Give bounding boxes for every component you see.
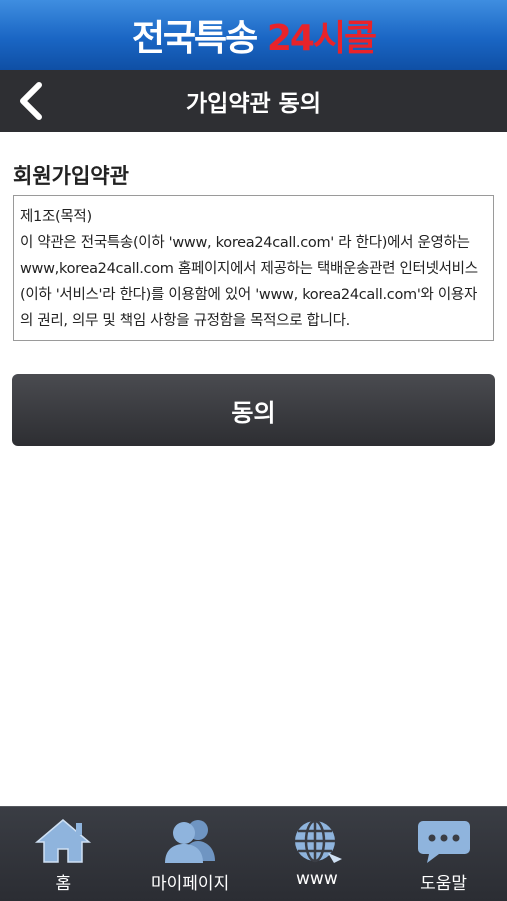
brand-logo: 전국특송 24시콜 xyxy=(131,9,377,61)
page-title: 가입약관 동의 xyxy=(186,91,321,117)
title-bar: 가입약관 동의 xyxy=(0,70,507,132)
tab-www-label: www xyxy=(296,869,338,889)
back-button[interactable] xyxy=(8,79,52,123)
brand-header: 전국특송 24시콜 xyxy=(0,0,507,70)
brand-name-part2: 24시콜 xyxy=(266,18,377,59)
tab-www[interactable]: www xyxy=(254,807,381,901)
tab-mypage-label: 마이페이지 xyxy=(151,874,230,894)
chevron-left-icon xyxy=(20,82,42,120)
agree-button[interactable]: 동의 xyxy=(12,374,495,446)
home-icon xyxy=(35,819,92,863)
brand-name-part1: 전국특송 xyxy=(131,18,258,59)
tab-help-label: 도움말 xyxy=(420,874,468,894)
tab-home[interactable]: 홈 xyxy=(0,807,127,901)
tab-home-label: 홈 xyxy=(55,874,72,894)
tab-mypage[interactable]: 마이페이지 xyxy=(127,807,254,901)
users-icon xyxy=(165,820,216,863)
bottom-tab-bar: 홈 마이페이지 www 도움말 xyxy=(0,806,507,901)
terms-section-title: 회원가입약관 xyxy=(13,164,129,188)
tab-help[interactable]: 도움말 xyxy=(380,807,507,901)
terms-textarea[interactable]: 제1조(목적) 이 약관은 전국특송(이하 'www, korea24call.… xyxy=(13,195,494,341)
chat-bubble-icon xyxy=(417,821,470,863)
globe-icon xyxy=(294,819,342,863)
